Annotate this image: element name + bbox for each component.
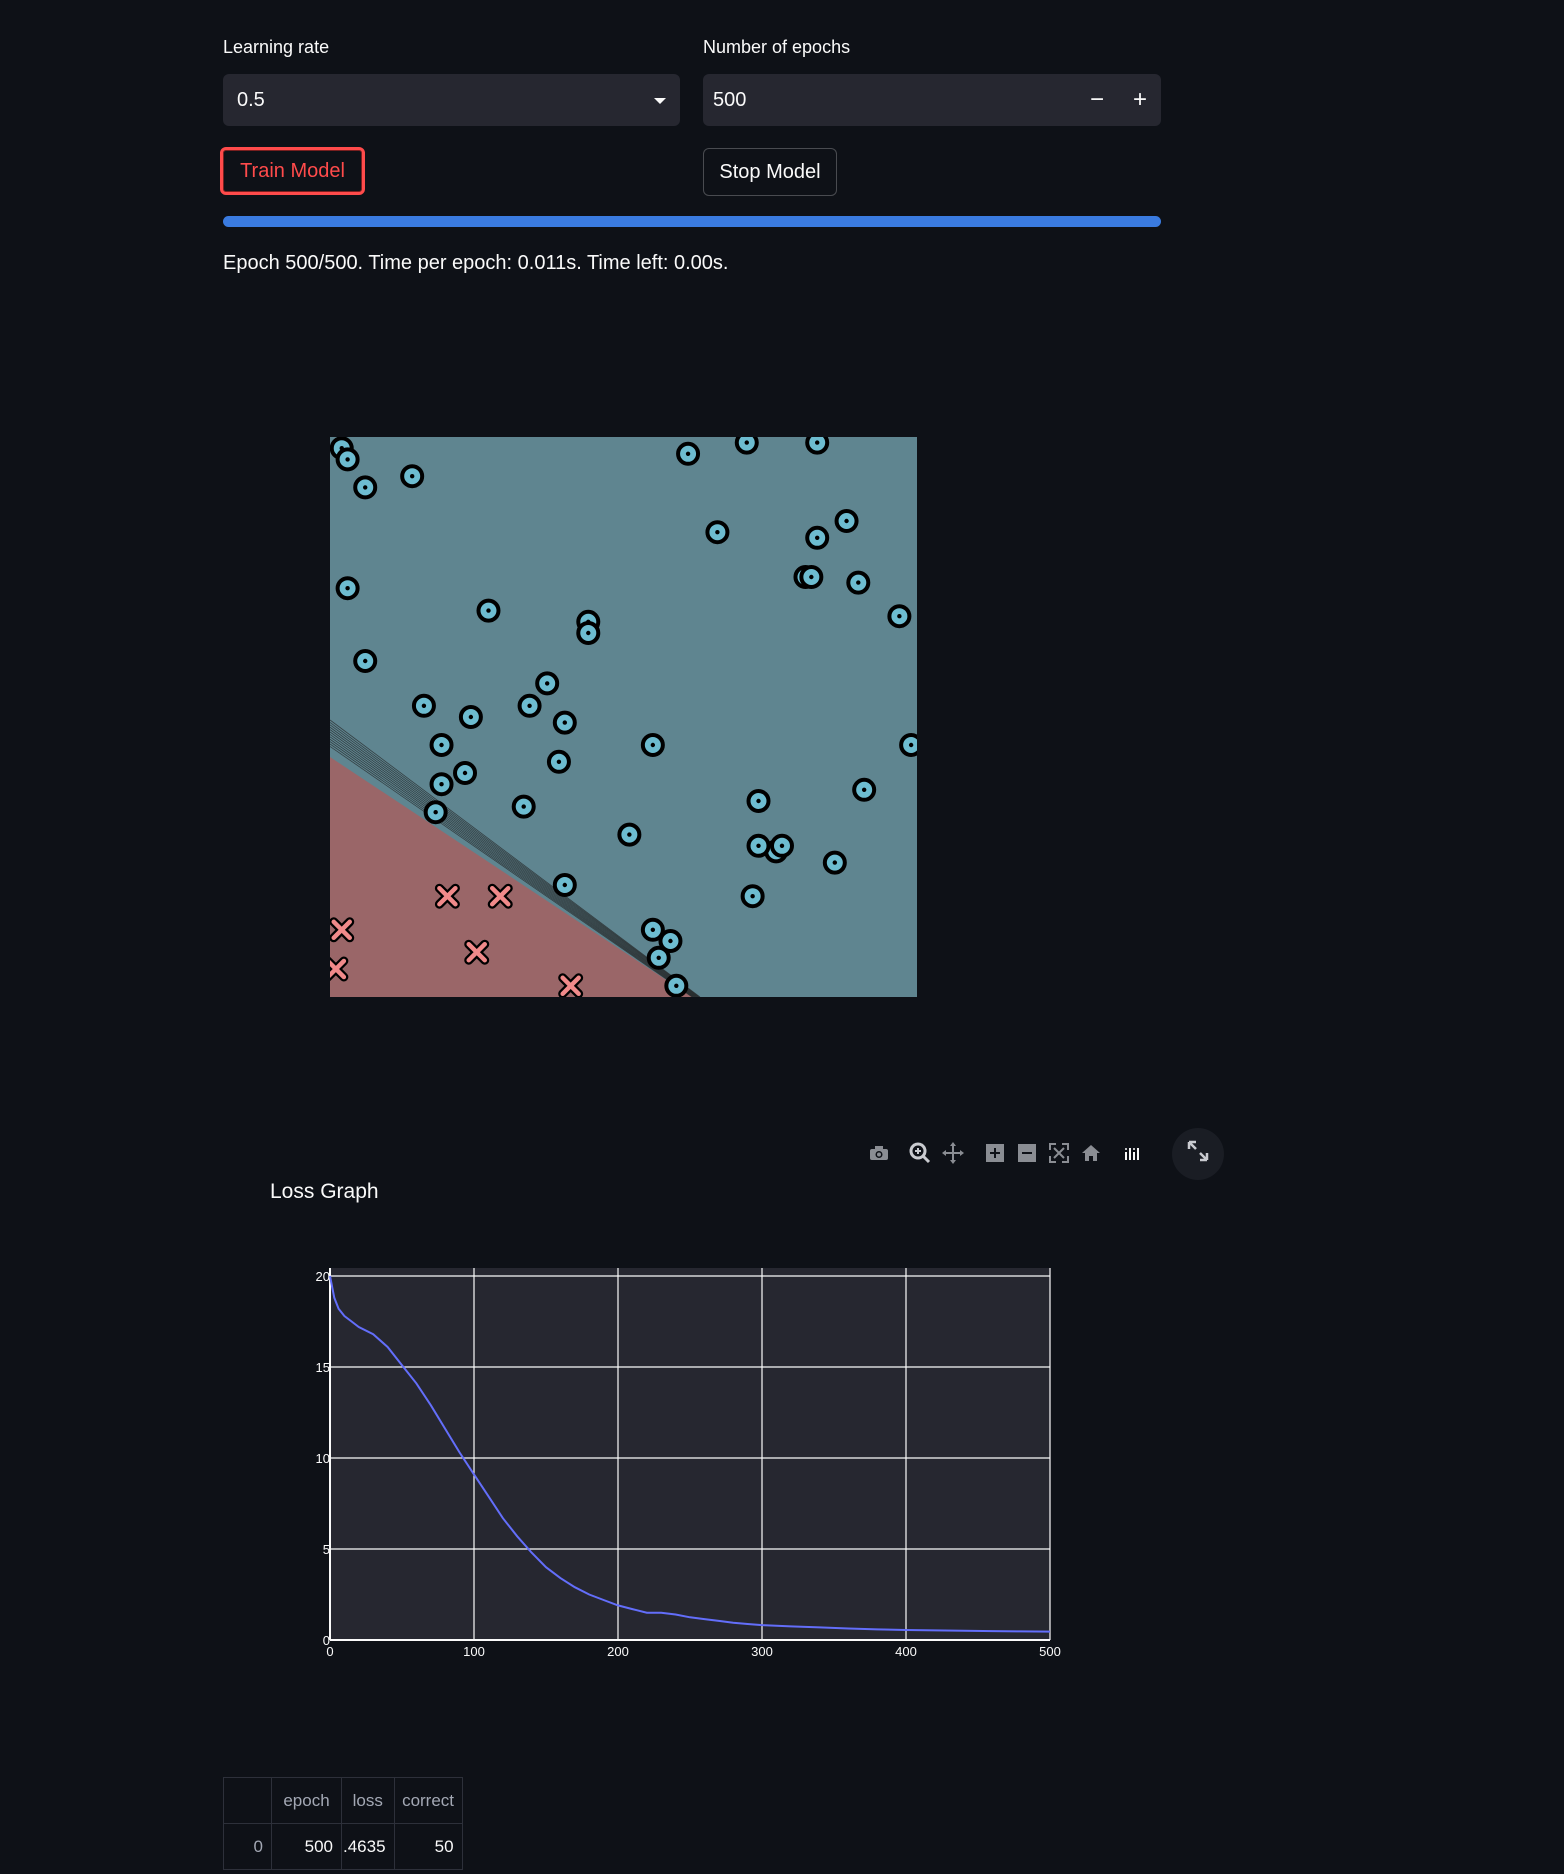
loss-chart: 0 100 200 300 400 50005101520 <box>316 1268 1061 1659</box>
circle-point <box>640 733 665 757</box>
plot-toolbar <box>866 1140 1146 1170</box>
table-header-loss: loss <box>341 1777 395 1824</box>
x-tick-label: 400 <box>895 1644 917 1659</box>
x-tick-label: 200 <box>607 1644 629 1659</box>
y-tick-label: 0 <box>323 1633 330 1648</box>
circle-point <box>822 850 847 875</box>
circle-point <box>899 733 917 757</box>
circle-point <box>799 565 824 589</box>
y-tick-label: 10 <box>316 1451 330 1466</box>
camera-icon[interactable] <box>866 1140 892 1166</box>
cross-point <box>558 973 584 997</box>
decision-boundary-plot <box>330 437 917 997</box>
expand-icon <box>1187 1140 1209 1168</box>
circle-point <box>423 800 448 825</box>
circle-point <box>805 525 830 550</box>
table-header-epoch: epoch <box>271 1777 342 1824</box>
plotly-logo-icon[interactable] <box>1120 1140 1146 1166</box>
progress-bar <box>223 216 1161 227</box>
x-tick-label: 100 <box>463 1644 485 1659</box>
cross-point <box>330 917 355 943</box>
circle-point <box>576 621 601 645</box>
cross-point <box>330 956 349 982</box>
circle-point <box>887 604 912 629</box>
circle-point <box>400 464 425 489</box>
table-cell-index: 0 <box>223 1823 272 1870</box>
circle-point <box>805 437 830 455</box>
cross-point <box>464 939 490 965</box>
circle-point <box>676 441 701 466</box>
circle-point <box>664 973 689 997</box>
circle-point <box>552 710 577 735</box>
pan-icon[interactable] <box>940 1140 966 1166</box>
zoom-in-icon[interactable] <box>982 1140 1008 1166</box>
circle-point <box>476 598 501 623</box>
circle-point <box>552 873 577 897</box>
cross-point <box>434 883 460 909</box>
circle-point <box>429 733 454 757</box>
train-model-button[interactable]: Train Model <box>220 147 365 195</box>
circle-point <box>740 884 765 909</box>
circle-point <box>617 822 642 847</box>
circle-point <box>335 576 360 601</box>
table-header-row: epoch loss correct <box>223 1777 463 1824</box>
learning-rate-label: Learning rate <box>223 37 330 57</box>
circle-point <box>734 437 759 455</box>
circle-point <box>852 777 877 802</box>
zoom-out-icon[interactable] <box>1014 1140 1040 1166</box>
table-header-correct: correct <box>393 1777 463 1824</box>
x-tick-label: 500 <box>1039 1644 1061 1659</box>
fullscreen-button[interactable] <box>1172 1128 1224 1180</box>
table-cell-correct: 50 <box>393 1823 463 1870</box>
y-tick-label: 20 <box>316 1269 330 1284</box>
circle-point <box>746 789 771 813</box>
circle-point <box>834 509 859 533</box>
circle-point <box>429 772 454 797</box>
x-tick-label: 300 <box>751 1644 773 1659</box>
circle-point <box>353 649 378 673</box>
chevron-down-icon <box>654 98 666 104</box>
results-table: epoch loss correct 0 500 .4635 50 <box>223 1777 463 1870</box>
circle-point <box>517 693 542 718</box>
increment-button[interactable]: + <box>1119 74 1161 126</box>
table-row: 0 500 .4635 50 <box>223 1823 463 1870</box>
circle-point <box>458 705 483 729</box>
circle-point <box>746 833 771 858</box>
circle-point <box>646 945 671 970</box>
table-cell-epoch: 500 <box>271 1823 342 1870</box>
plot-area <box>330 1268 1050 1640</box>
circle-point <box>535 671 560 696</box>
learning-rate-select[interactable]: 0.5 <box>223 74 680 126</box>
y-tick-label: 5 <box>323 1542 330 1557</box>
learning-rate-value: 0.5 <box>237 88 265 111</box>
epochs-label: Number of epochs <box>703 37 851 57</box>
decrement-button[interactable]: − <box>1076 74 1118 126</box>
epochs-value[interactable]: 500 <box>713 89 746 112</box>
cross-point <box>487 883 513 909</box>
y-tick-label: 15 <box>316 1360 330 1375</box>
circle-point <box>769 833 794 858</box>
autoscale-icon[interactable] <box>1046 1140 1072 1166</box>
stop-model-button[interactable]: Stop Model <box>703 148 837 196</box>
training-status-text: Epoch 500/500. Time per epoch: 0.011s. T… <box>223 252 729 274</box>
circle-point <box>511 794 536 819</box>
home-icon[interactable] <box>1078 1140 1104 1166</box>
epochs-number-input[interactable]: 500 − + <box>703 74 1161 126</box>
circle-point <box>353 475 378 500</box>
circle-point <box>705 520 730 545</box>
table-header-index <box>223 1777 272 1824</box>
circle-point <box>453 761 478 785</box>
circle-point <box>846 570 871 595</box>
circle-point <box>335 447 360 472</box>
zoom-icon[interactable] <box>907 1140 933 1166</box>
circle-point <box>411 693 436 718</box>
chart-title: Loss Graph <box>270 1180 379 1203</box>
circle-point <box>546 749 571 774</box>
table-cell-loss: .4635 <box>341 1823 395 1870</box>
